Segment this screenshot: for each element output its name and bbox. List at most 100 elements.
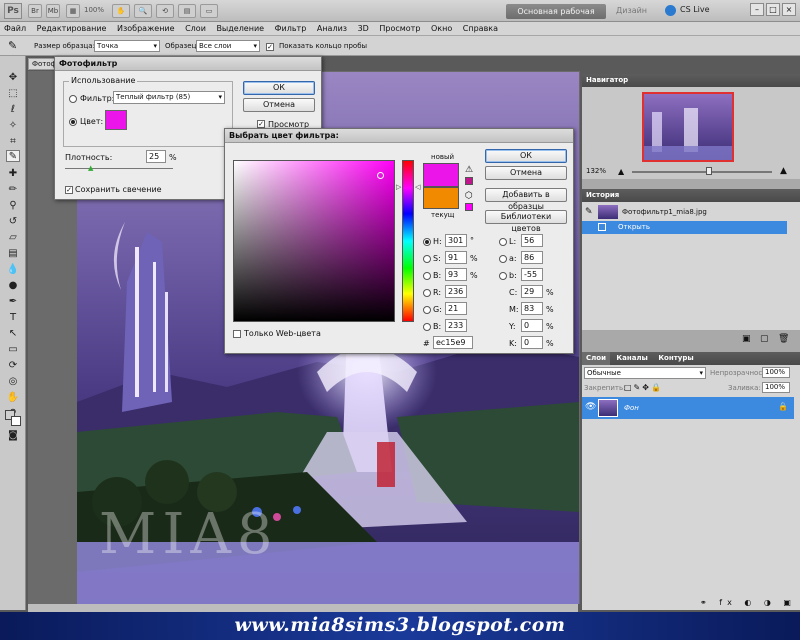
new-document-icon[interactable]: ▢: [760, 334, 769, 344]
zoom-slider-thumb[interactable]: [706, 167, 712, 175]
menu-edit[interactable]: Редактирование: [33, 22, 111, 36]
filter-color-swatch[interactable]: [105, 110, 127, 130]
design-workspace-link[interactable]: Дизайн: [616, 6, 647, 15]
menu-help[interactable]: Справка: [459, 22, 502, 36]
lab-a-input[interactable]: 86: [521, 251, 543, 264]
gradient-tool-icon[interactable]: ▤: [6, 248, 20, 260]
cancel-button[interactable]: Отмена: [243, 98, 315, 112]
navigator-panel-header[interactable]: Навигатор: [582, 74, 800, 87]
gamut-color-icon[interactable]: [465, 177, 473, 185]
show-ring-checkbox[interactable]: ✓: [266, 42, 274, 51]
ok-button[interactable]: ОК: [485, 149, 567, 163]
color-field[interactable]: [233, 160, 395, 322]
healing-brush-icon[interactable]: ✚: [6, 168, 20, 180]
clone-stamp-icon[interactable]: ⚲: [6, 200, 20, 212]
menu-view[interactable]: Просмотр: [375, 22, 424, 36]
new-snapshot-icon[interactable]: ▣: [742, 334, 751, 344]
marquee-tool-icon[interactable]: ⬚: [6, 88, 20, 100]
saturation-input[interactable]: 91: [445, 251, 467, 264]
lab-b-input[interactable]: -55: [521, 268, 543, 281]
hue-slider[interactable]: [402, 160, 414, 322]
3d-rotate-icon[interactable]: ⟳: [6, 360, 20, 372]
blur-tool-icon[interactable]: 💧: [6, 264, 20, 276]
red-input[interactable]: 236: [445, 285, 467, 298]
sample-select[interactable]: Все слои: [196, 40, 260, 52]
move-tool-icon[interactable]: ✥: [6, 72, 20, 84]
screen-mode-icon[interactable]: ▭: [200, 4, 218, 18]
menu-window[interactable]: Окно: [427, 22, 456, 36]
color-picker-title[interactable]: Выбрать цвет фильтра:: [225, 129, 573, 143]
web-only-checkbox[interactable]: [233, 329, 241, 338]
type-tool-icon[interactable]: T: [6, 312, 20, 324]
cyan-input[interactable]: 29: [521, 285, 543, 298]
dodge-tool-icon[interactable]: ●: [6, 280, 20, 292]
filter-radio[interactable]: [69, 95, 77, 103]
add-to-swatches-button[interactable]: Добавить в образцы: [485, 188, 567, 211]
close-button[interactable]: ×: [782, 3, 796, 16]
pen-tool-icon[interactable]: ✒: [6, 296, 20, 308]
visibility-eye-icon[interactable]: 👁: [585, 402, 596, 412]
blue-radio[interactable]: [423, 323, 431, 331]
menu-3d[interactable]: 3D: [354, 22, 373, 36]
history-snapshot[interactable]: ✎ Фотофильтр1_mia8.jpg: [582, 204, 800, 220]
color-field-marker[interactable]: [377, 172, 384, 179]
photo-filter-title[interactable]: Фотофильтр: [55, 57, 321, 71]
magenta-input[interactable]: 83: [521, 302, 543, 315]
filter-select[interactable]: Теплый фильтр (85): [113, 91, 225, 104]
hand-tool-icon[interactable]: ✋: [6, 392, 20, 404]
color-radio[interactable]: [69, 118, 77, 126]
rotate-view-icon[interactable]: ⟲: [156, 4, 174, 18]
cslive-button[interactable]: CS Live: [680, 5, 710, 14]
hue-slider-arrow-right[interactable]: ◁: [415, 183, 420, 191]
tab-layers[interactable]: Слои: [582, 352, 610, 365]
zoom-tool-icon[interactable]: 🔍: [134, 4, 152, 18]
hue-input[interactable]: 301: [445, 234, 467, 247]
hue-radio[interactable]: [423, 238, 431, 246]
zoom-slider[interactable]: [632, 171, 772, 173]
ok-button[interactable]: ОК: [243, 81, 315, 95]
quick-mask-icon[interactable]: ◙: [6, 430, 20, 442]
hue-slider-arrow-left[interactable]: ▷: [396, 183, 401, 191]
preserve-luminosity-checkbox[interactable]: ✓: [65, 185, 73, 194]
menu-file[interactable]: Файл: [0, 22, 30, 36]
lock-icons[interactable]: □✎✥🔒: [624, 383, 663, 392]
color-libraries-button[interactable]: Библиотеки цветов: [485, 210, 567, 233]
density-slider[interactable]: [65, 168, 173, 169]
crop-tool-icon[interactable]: ⌗: [6, 136, 20, 148]
density-input[interactable]: 25: [146, 150, 166, 163]
blend-mode-select[interactable]: Обычные: [584, 367, 706, 379]
lab-b-radio[interactable]: [499, 272, 507, 280]
menu-analysis[interactable]: Анализ: [313, 22, 351, 36]
zoom-level[interactable]: 100%: [84, 6, 104, 14]
lasso-tool-icon[interactable]: ℓ: [6, 104, 20, 116]
current-color-swatch[interactable]: [423, 187, 459, 209]
path-selection-icon[interactable]: ↖: [6, 328, 20, 340]
eraser-tool-icon[interactable]: ▱: [6, 232, 20, 244]
shape-tool-icon[interactable]: ▭: [6, 344, 20, 356]
hex-input[interactable]: ec15e9: [433, 336, 473, 349]
cancel-button[interactable]: Отмена: [485, 166, 567, 180]
lab-l-input[interactable]: 56: [521, 234, 543, 247]
green-input[interactable]: 21: [445, 302, 467, 315]
layer-name[interactable]: Фон: [624, 404, 639, 412]
menu-image[interactable]: Изображение: [113, 22, 179, 36]
web-safe-warning-icon[interactable]: ⬡: [465, 191, 473, 201]
eyedropper-icon[interactable]: ✎: [8, 39, 17, 52]
sample-size-select[interactable]: Точка: [94, 40, 160, 52]
3d-orbit-icon[interactable]: ◎: [6, 376, 20, 388]
brush-tool-icon[interactable]: ✏: [6, 184, 20, 196]
history-panel-header[interactable]: История: [582, 189, 800, 202]
history-brush-source-icon[interactable]: ✎: [585, 207, 593, 217]
navigator-thumbnail[interactable]: [642, 92, 734, 162]
menu-filter[interactable]: Фильтр: [271, 22, 311, 36]
minimize-button[interactable]: –: [750, 3, 764, 16]
tab-paths[interactable]: Контуры: [654, 352, 697, 365]
zoom-in-icon[interactable]: ▲: [780, 166, 787, 176]
green-radio[interactable]: [423, 306, 431, 314]
layer-row[interactable]: 👁 Фон 🔒: [582, 397, 794, 419]
yellow-input[interactable]: 0: [521, 319, 543, 332]
blue-input[interactable]: 233: [445, 319, 467, 332]
minibridge-icon[interactable]: Mb: [46, 4, 60, 18]
layer-actions[interactable]: ⚭ fx ◐ ◑ ▣ ▢ 🗑: [700, 598, 800, 607]
red-radio[interactable]: [423, 289, 431, 297]
